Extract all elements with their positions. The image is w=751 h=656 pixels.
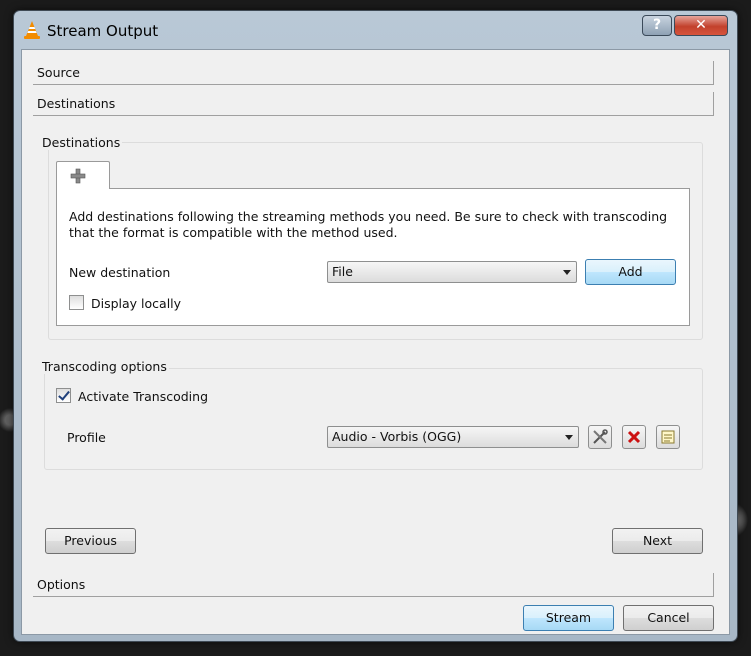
new-profile-button[interactable] [656, 425, 680, 449]
new-destination-label: New destination [69, 265, 171, 280]
dialog-body: Source Destinations Destinations Add des… [21, 49, 730, 635]
section-options[interactable]: Options [33, 573, 714, 597]
plus-icon [70, 168, 86, 184]
new-profile-icon [661, 430, 675, 444]
help-button[interactable]: ? [642, 15, 672, 36]
display-locally-label: Display locally [91, 296, 182, 311]
profile-label: Profile [67, 430, 106, 445]
transcoding-groupbox [44, 368, 703, 470]
cancel-button[interactable]: Cancel [623, 605, 714, 631]
destinations-tabs: Add destinations following the streaming… [48, 161, 690, 336]
window-title: Stream Output [47, 22, 159, 40]
edit-profile-icon [593, 429, 608, 444]
tab-add-destination[interactable] [56, 161, 110, 189]
section-destinations[interactable]: Destinations [33, 92, 714, 116]
new-destination-select[interactable]: File [327, 261, 577, 283]
profile-value: Audio - Vorbis (OGG) [332, 429, 462, 444]
stream-output-window: Stream Output ? ✕ Source Destinations De… [13, 10, 738, 642]
delete-profile-button[interactable] [622, 425, 646, 449]
add-destination-button[interactable]: Add [585, 259, 676, 285]
vlc-cone-icon [24, 21, 40, 39]
next-button[interactable]: Next [612, 528, 703, 554]
delete-profile-icon [627, 430, 641, 444]
section-source[interactable]: Source [33, 61, 714, 85]
section-options-label: Options [37, 577, 86, 592]
chevron-down-icon [565, 435, 573, 440]
activate-transcoding-checkbox[interactable] [56, 388, 71, 403]
section-destinations-label: Destinations [37, 96, 116, 111]
activate-transcoding-label: Activate Transcoding [78, 389, 209, 404]
edit-profile-button[interactable] [588, 425, 612, 449]
add-destination-pane: Add destinations following the streaming… [56, 188, 690, 326]
destination-description: Add destinations following the streaming… [69, 209, 668, 240]
stream-button[interactable]: Stream [523, 605, 614, 631]
destinations-group-title: Destinations [40, 135, 123, 150]
section-source-label: Source [37, 65, 80, 80]
display-locally-checkbox[interactable] [69, 295, 84, 310]
transcoding-group-title: Transcoding options [40, 359, 169, 374]
previous-button[interactable]: Previous [45, 528, 136, 554]
title-bar[interactable]: Stream Output ? ✕ [14, 11, 737, 49]
new-destination-value: File [332, 264, 353, 279]
chevron-down-icon [563, 270, 571, 275]
close-button[interactable]: ✕ [674, 15, 728, 36]
profile-select[interactable]: Audio - Vorbis (OGG) [327, 426, 579, 448]
